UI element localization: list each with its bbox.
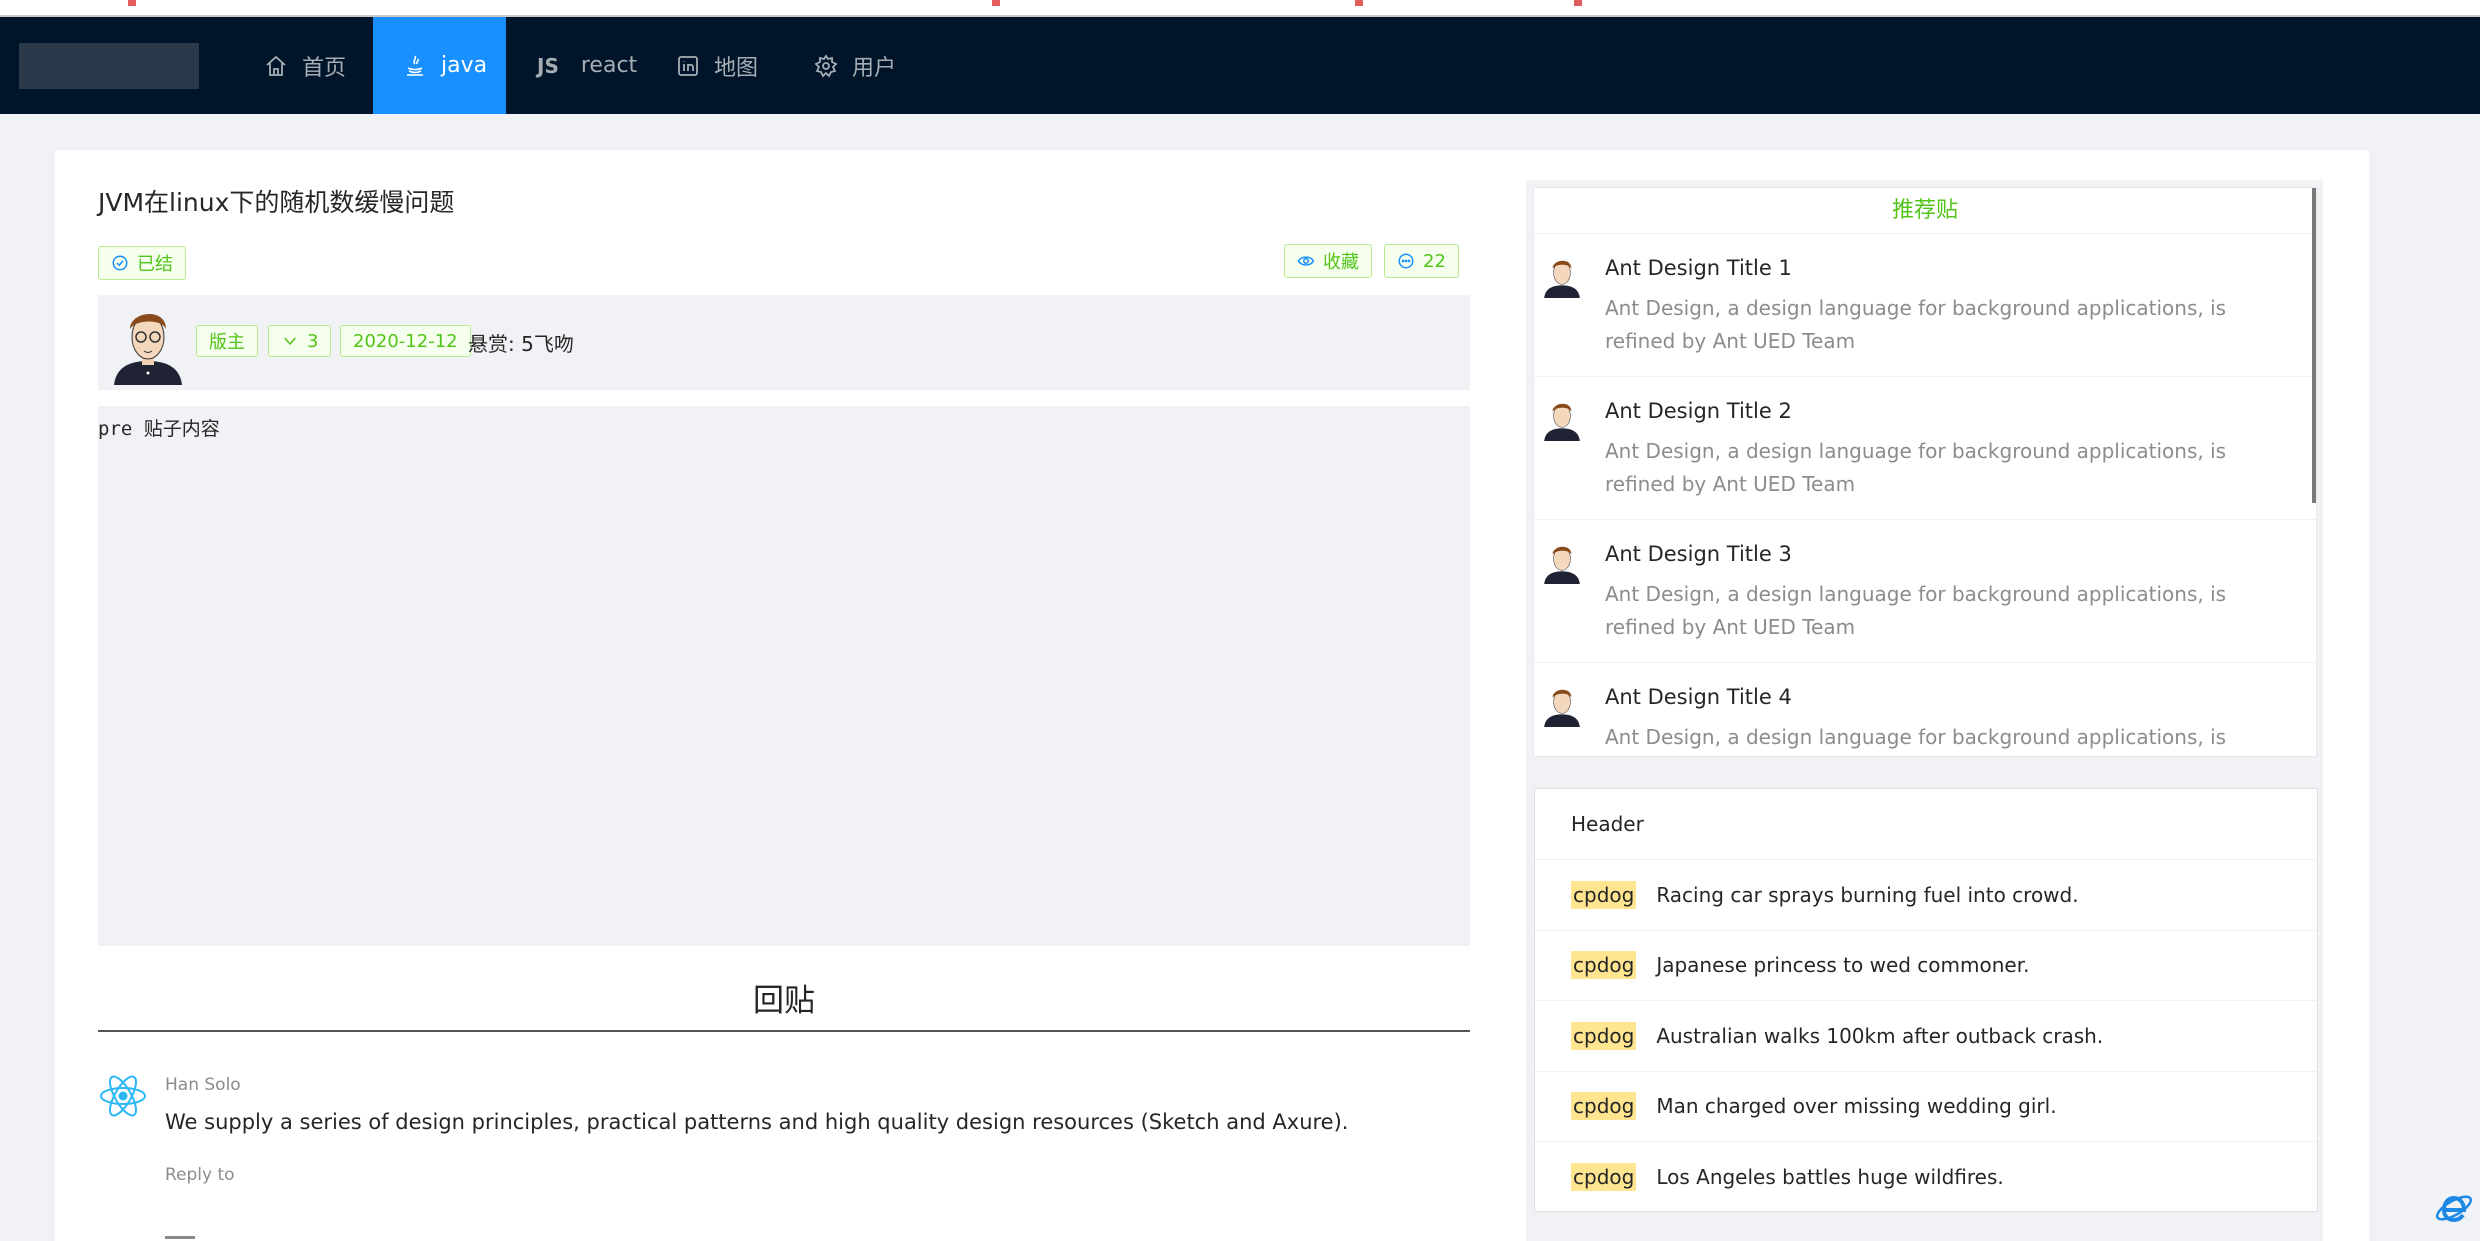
nav-item-user[interactable]: 用户	[814, 17, 896, 114]
bookmark-icon[interactable]	[128, 0, 136, 6]
list-item-desc: Ant Design, a design language for backgr…	[1605, 296, 2227, 353]
list-item[interactable]: Ant Design Title 4 Ant Design, a design …	[1534, 663, 2316, 756]
nav-item-home[interactable]: 首页	[260, 17, 346, 114]
list-item-text: Racing car sprays burning fuel into crow…	[1656, 882, 2079, 907]
list-item-desc: Ant Design, a design language for backgr…	[1605, 439, 2227, 496]
list-item[interactable]: Ant Design Title 1 Ant Design, a design …	[1534, 234, 2316, 377]
post-date: 2020-12-12	[353, 330, 458, 352]
nav-item-label: 首页	[302, 55, 347, 81]
reward-text: 悬赏: 5飞吻	[468, 332, 574, 356]
status-tag-label: 已结	[137, 254, 173, 275]
setting-icon	[814, 53, 838, 78]
reply-heading: 回贴	[753, 983, 815, 1019]
avatar[interactable]	[1540, 683, 1584, 727]
highlight-mark: cpdog	[1571, 880, 1637, 909]
bookmark-icon[interactable]	[992, 0, 1000, 6]
home-icon	[266, 55, 286, 76]
comment-count: 22	[1423, 250, 1446, 272]
news-header: Header	[1535, 789, 2317, 860]
recommend-header: 推荐贴	[1534, 188, 2316, 234]
nav-item-react[interactable]: JS react	[537, 17, 637, 114]
list-item-text: Japanese princess to wed commoner.	[1656, 953, 2030, 978]
status-tag: 已结	[98, 246, 186, 280]
nav-item-java[interactable]: java	[373, 17, 506, 114]
nav-item-label: react	[580, 53, 638, 78]
bookmark-icon[interactable]	[1355, 0, 1363, 6]
list-item[interactable]: cpdog Man charged over missing wedding g…	[1535, 1072, 2317, 1142]
author-avatar[interactable]	[106, 301, 190, 385]
date-tag: 2020-12-12	[340, 325, 471, 357]
vote-button[interactable]: 3	[268, 325, 332, 357]
reply-divider	[98, 1030, 1470, 1032]
list-item[interactable]: cpdog Racing car sprays burning fuel int…	[1535, 860, 2317, 931]
next-comment-fragment	[165, 1236, 195, 1239]
avatar[interactable]	[1540, 254, 1584, 298]
recommend-list: 推荐贴 Ant Design Title 1 Ant Design, a des…	[1533, 187, 2317, 757]
list-item[interactable]: Ant Design Title 3 Ant Design, a design …	[1534, 520, 2316, 663]
js-icon: JS	[537, 53, 559, 78]
ie-icon[interactable]	[2434, 1188, 2474, 1228]
avatar[interactable]	[1540, 540, 1584, 584]
highlight-mark: cpdog	[1571, 1163, 1637, 1192]
highlight-mark: cpdog	[1571, 1092, 1637, 1121]
list-item-title[interactable]: Ant Design Title 4	[1605, 685, 1792, 709]
post-title: JVM在linux下的随机数缓慢问题	[98, 188, 455, 217]
list-item-text: Los Angeles battles huge wildfires.	[1656, 1165, 2004, 1190]
react-icon[interactable]	[98, 1071, 148, 1121]
author-bar: 版主 3 2020-12-12 悬赏: 5飞吻	[98, 295, 1470, 390]
highlight-mark: cpdog	[1571, 951, 1637, 980]
vote-count: 3	[307, 330, 319, 352]
nav-item-label: 用户	[852, 55, 897, 81]
list-item-text: Australian walks 100km after outback cra…	[1656, 1023, 2104, 1048]
scrollbar[interactable]	[2312, 188, 2316, 503]
list-item-title[interactable]: Ant Design Title 1	[1605, 256, 1792, 280]
check-circle-icon	[112, 255, 128, 271]
linkedin-icon	[678, 55, 698, 76]
list-item[interactable]: cpdog Australian walks 100km after outba…	[1535, 1001, 2317, 1072]
post-body: pre 贴子内容	[98, 406, 1470, 946]
eye-icon	[1297, 256, 1315, 266]
highlight-mark: cpdog	[1571, 1021, 1637, 1050]
list-item-desc: Ant Design, a design language for backgr…	[1605, 725, 2227, 749]
favorite-label: 收藏	[1323, 252, 1359, 273]
list-item[interactable]: cpdog Los Angeles battles huge wildfires…	[1535, 1142, 2317, 1213]
browser-bookmarks-strip	[0, 0, 2480, 17]
list-item-desc: Ant Design, a design language for backgr…	[1605, 582, 2227, 639]
list-item-title[interactable]: Ant Design Title 3	[1605, 542, 1792, 566]
list-item[interactable]: Ant Design Title 2 Ant Design, a design …	[1534, 377, 2316, 520]
favorite-button[interactable]: 收藏	[1284, 244, 1372, 278]
nav-item-map[interactable]: 地图	[676, 17, 758, 114]
comment-author[interactable]: Han Solo	[165, 1075, 241, 1095]
top-navbar: 首页 java JS react 地图 用户	[0, 17, 2480, 114]
news-list: Header cpdog Racing car sprays burning f…	[1534, 788, 2318, 1212]
list-item[interactable]: cpdog Japanese princess to wed commoner.	[1535, 931, 2317, 1001]
post-body-text: pre 贴子内容	[98, 418, 220, 440]
logo[interactable]	[19, 43, 199, 89]
java-icon	[407, 55, 423, 76]
nav-item-label: java	[441, 53, 488, 78]
role-label: 版主	[209, 332, 245, 353]
avatar[interactable]	[1540, 397, 1584, 441]
message-icon	[1398, 253, 1414, 269]
reply-to-link[interactable]: Reply to	[165, 1165, 235, 1185]
list-item-text: Man charged over missing wedding girl.	[1656, 1094, 2057, 1119]
role-tag: 版主	[196, 325, 258, 357]
comment-count-tag[interactable]: 22	[1384, 244, 1459, 278]
bookmark-icon[interactable]	[1574, 0, 1582, 6]
chevron-down-icon	[284, 337, 296, 346]
nav-item-label: 地图	[714, 55, 759, 81]
list-item-title[interactable]: Ant Design Title 2	[1605, 399, 1792, 423]
comment-text: We supply a series of design principles,…	[165, 1110, 1349, 1134]
